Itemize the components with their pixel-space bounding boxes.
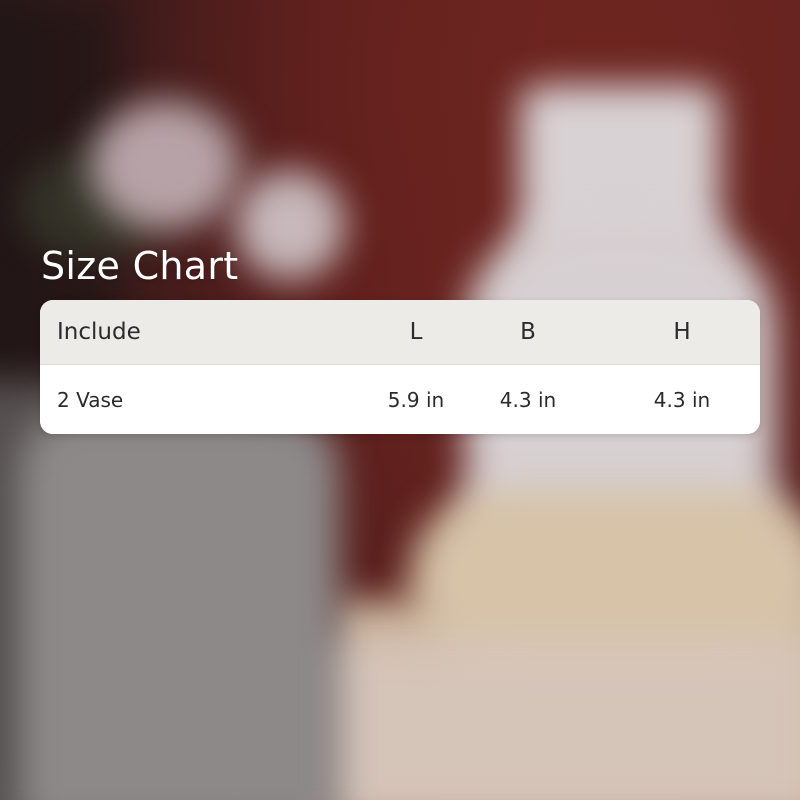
size-chart-title: Size Chart (41, 244, 239, 288)
background-flower (90, 100, 240, 230)
cell-height: 4.3 in (653, 387, 711, 412)
cell-breadth: 4.3 in (499, 387, 557, 412)
background-flower (235, 170, 345, 280)
table-header-row: Include L B H (40, 300, 760, 365)
header-include: Include (57, 319, 141, 345)
header-breadth: B (520, 319, 536, 345)
header-height: H (673, 319, 691, 345)
background-floor (300, 640, 800, 800)
background-vase-left (20, 410, 340, 800)
cell-include: 2 Vase (57, 387, 124, 412)
size-table: Include L B H 2 Vase 5.9 in 4.3 in 4.3 i… (40, 300, 760, 434)
table-row: 2 Vase 5.9 in 4.3 in 4.3 in (40, 365, 760, 434)
